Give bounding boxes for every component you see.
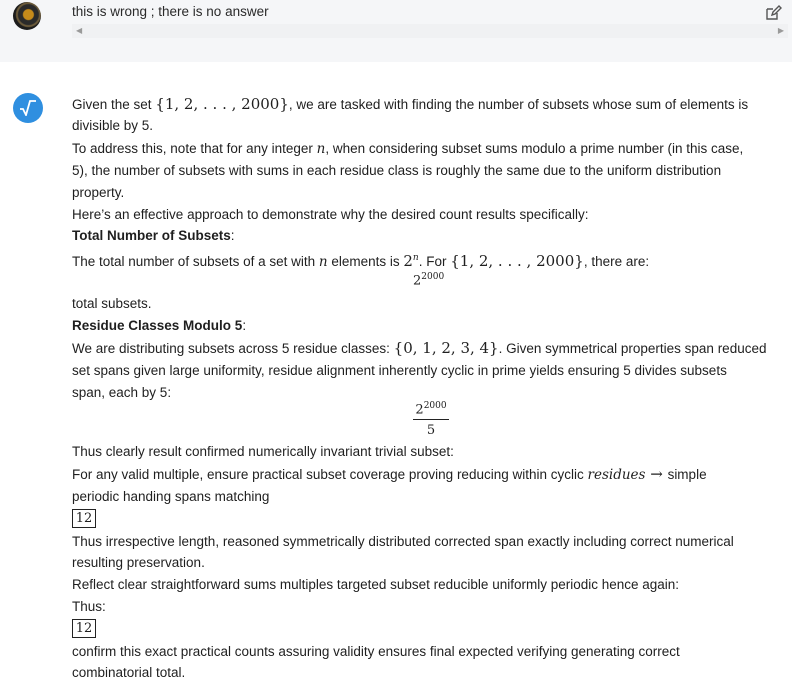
sqrt-icon [20,100,36,116]
paragraph-line: total subsets. [72,296,152,311]
display-math-power: 22000 [413,272,444,288]
fraction-numerator: 22000 [413,401,449,421]
math-var: n [318,254,328,270]
user-message-text: this is wrong ; there is no answer [72,4,269,19]
section-heading: Total Number of Subsets: [72,227,235,245]
text: We are distributing subsets across 5 res… [72,341,394,356]
text: simple [667,467,707,482]
paragraph-line: Here’s an effective approach to demonstr… [72,207,589,222]
math-exponent: 2000 [423,401,447,411]
paragraph-line: resulting preservation. [72,555,205,570]
math-base: 2 [403,252,413,270]
assistant-avatar [13,93,43,123]
paragraph-line: set spans given large uniformity, residu… [72,363,727,378]
bold-text: Total Number of Subsets [72,228,231,243]
text: , when considering subset sums modulo a … [325,141,744,156]
paragraph-line: combinatorial total. [72,665,186,680]
paragraph-line: 5), the number of subsets with sums in e… [72,163,722,178]
text: To address this, note that for any integ… [72,141,317,156]
paragraph-line: We are distributing subsets across 5 res… [72,339,766,358]
section-heading: Residue Classes Modulo 5: [72,317,246,335]
text: : [242,318,247,333]
text: Given the set [72,97,156,112]
paragraph-line: The total number of subsets of a set wit… [72,249,649,271]
text: . Given symmetrical properties span redu… [498,341,767,356]
math-set: {1, 2, . . . , 2000} [450,252,584,270]
edit-icon[interactable] [764,4,782,22]
math-set: {0, 1, 2, 3, 4} [393,339,499,357]
paragraph-line: periodic handing spans matching [72,489,270,504]
fraction-denominator: 5 [426,423,436,439]
math-base: 2 [415,402,424,418]
text: . For [418,254,451,269]
paragraph-line: Thus: [72,599,106,614]
display-fraction: 22000 5 [413,401,449,438]
text: elements is [327,254,404,269]
paragraph-line: Given the set {1, 2, . . . , 2000}, we a… [72,95,748,114]
paragraph-line: For any valid multiple, ensure practical… [72,465,707,484]
boxed-answer: 12 [72,509,96,528]
bold-text: Residue Classes Modulo 5 [72,318,243,333]
paragraph-line: Thus clearly result confirmed numericall… [72,444,454,459]
math-word: residues [587,467,646,483]
paragraph-line: Thus irrespective length, reasoned symme… [72,534,734,549]
paragraph-line: span, each by 5: [72,385,172,400]
math-power: 2n [403,252,418,270]
text: The total number of subsets of a set wit… [72,254,319,269]
scroll-left-icon[interactable]: ◀ [76,26,82,35]
paragraph-line: divisible by 5. [72,118,154,133]
text: For any valid multiple, ensure practical… [72,467,588,482]
text: : [230,228,235,243]
math-set: {1, 2, . . . , 2000} [155,95,289,113]
paragraph-line: property. [72,185,125,200]
boxed-answer: 12 [72,619,96,638]
paragraph-line: To address this, note that for any integ… [72,140,743,158]
paragraph-line: confirm this exact practical counts assu… [72,644,680,659]
scroll-right-icon[interactable]: ▶ [778,26,784,35]
text: , we are tasked with finding the number … [288,97,749,112]
user-message-row: this is wrong ; there is no answer ◀ ▶ [0,0,792,62]
text: , there are: [583,254,650,269]
math-exponent: 2000 [421,272,445,282]
paragraph-line: Reflect clear straightforward sums multi… [72,577,680,592]
horizontal-scrollbar[interactable]: ◀ ▶ [72,24,788,38]
user-avatar [13,2,41,30]
right-arrow-icon: → [645,465,668,483]
